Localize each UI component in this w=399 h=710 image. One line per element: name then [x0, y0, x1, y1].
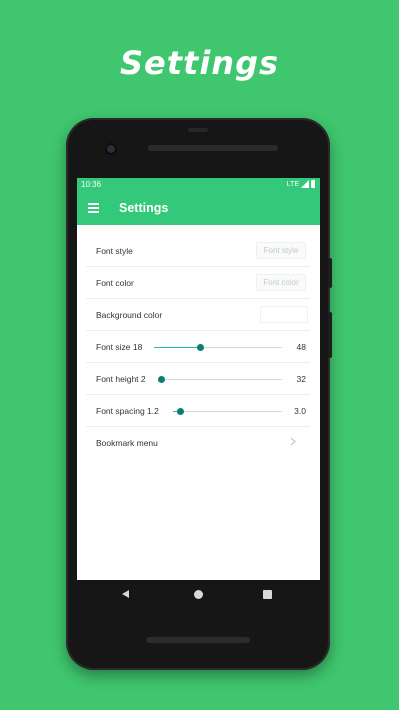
font-size-label: Font size 18 [96, 342, 143, 352]
setting-font-color[interactable]: Font color Font color [86, 267, 310, 299]
top-speaker [148, 145, 278, 151]
promo-page: Settings 10:36 LTE Settings Font style F… [0, 0, 399, 710]
app-toolbar: Settings [77, 191, 320, 225]
font-size-max: 48 [296, 342, 306, 352]
font-style-label: Font style [96, 246, 133, 256]
sensor-notch [188, 128, 208, 132]
setting-font-style[interactable]: Font style Font style [86, 235, 310, 267]
network-label: LTE [286, 180, 299, 188]
font-height-slider-thumb[interactable] [157, 375, 165, 383]
setting-font-height: Font height 2 32 [86, 363, 310, 395]
status-bar: 10:36 LTE [77, 178, 320, 191]
font-spacing-slider-track[interactable] [173, 411, 282, 412]
signal-icon [301, 180, 309, 188]
android-nav-bar [77, 580, 320, 610]
font-height-label: Font height 2 [96, 374, 146, 384]
bottom-speaker [146, 637, 250, 643]
status-time: 10:36 [81, 180, 102, 189]
battery-icon [311, 180, 315, 188]
front-camera [107, 145, 115, 153]
toolbar-title: Settings [119, 201, 169, 215]
font-size-slider-thumb[interactable] [196, 343, 204, 351]
promo-title: Settings [119, 44, 280, 82]
chevron-right-icon [290, 437, 296, 446]
background-color-label: Background color [96, 310, 163, 320]
font-spacing-label: Font spacing 1.2 [96, 406, 159, 416]
font-color-label: Font color [96, 278, 134, 288]
settings-list: Font style Font style Font color Font co… [86, 235, 310, 458]
font-height-max: 32 [296, 374, 306, 384]
font-color-value[interactable]: Font color [256, 274, 306, 291]
background-color-swatch[interactable] [260, 306, 308, 323]
setting-font-size: Font size 18 48 [86, 331, 310, 363]
font-style-value[interactable]: Font style [256, 242, 306, 259]
font-height-slider-track[interactable] [161, 379, 282, 380]
font-spacing-max: 3.0 [294, 406, 306, 416]
hamburger-menu-icon[interactable] [88, 203, 99, 213]
font-size-slider-fill [154, 346, 201, 348]
setting-font-spacing: Font spacing 1.2 3.0 [86, 395, 310, 427]
status-icons: LTE [287, 180, 315, 188]
home-icon[interactable] [194, 590, 203, 599]
recents-icon[interactable] [263, 590, 272, 599]
power-button [328, 258, 332, 288]
font-spacing-slider-thumb[interactable] [177, 407, 185, 415]
setting-bookmark-menu[interactable]: Bookmark menu [86, 427, 310, 458]
volume-button [328, 312, 332, 358]
back-icon[interactable] [122, 590, 129, 598]
setting-background-color[interactable]: Background color [86, 299, 310, 331]
bookmark-menu-label: Bookmark menu [96, 438, 158, 448]
phone-screen: 10:36 LTE Settings Font style Font style… [77, 178, 320, 580]
